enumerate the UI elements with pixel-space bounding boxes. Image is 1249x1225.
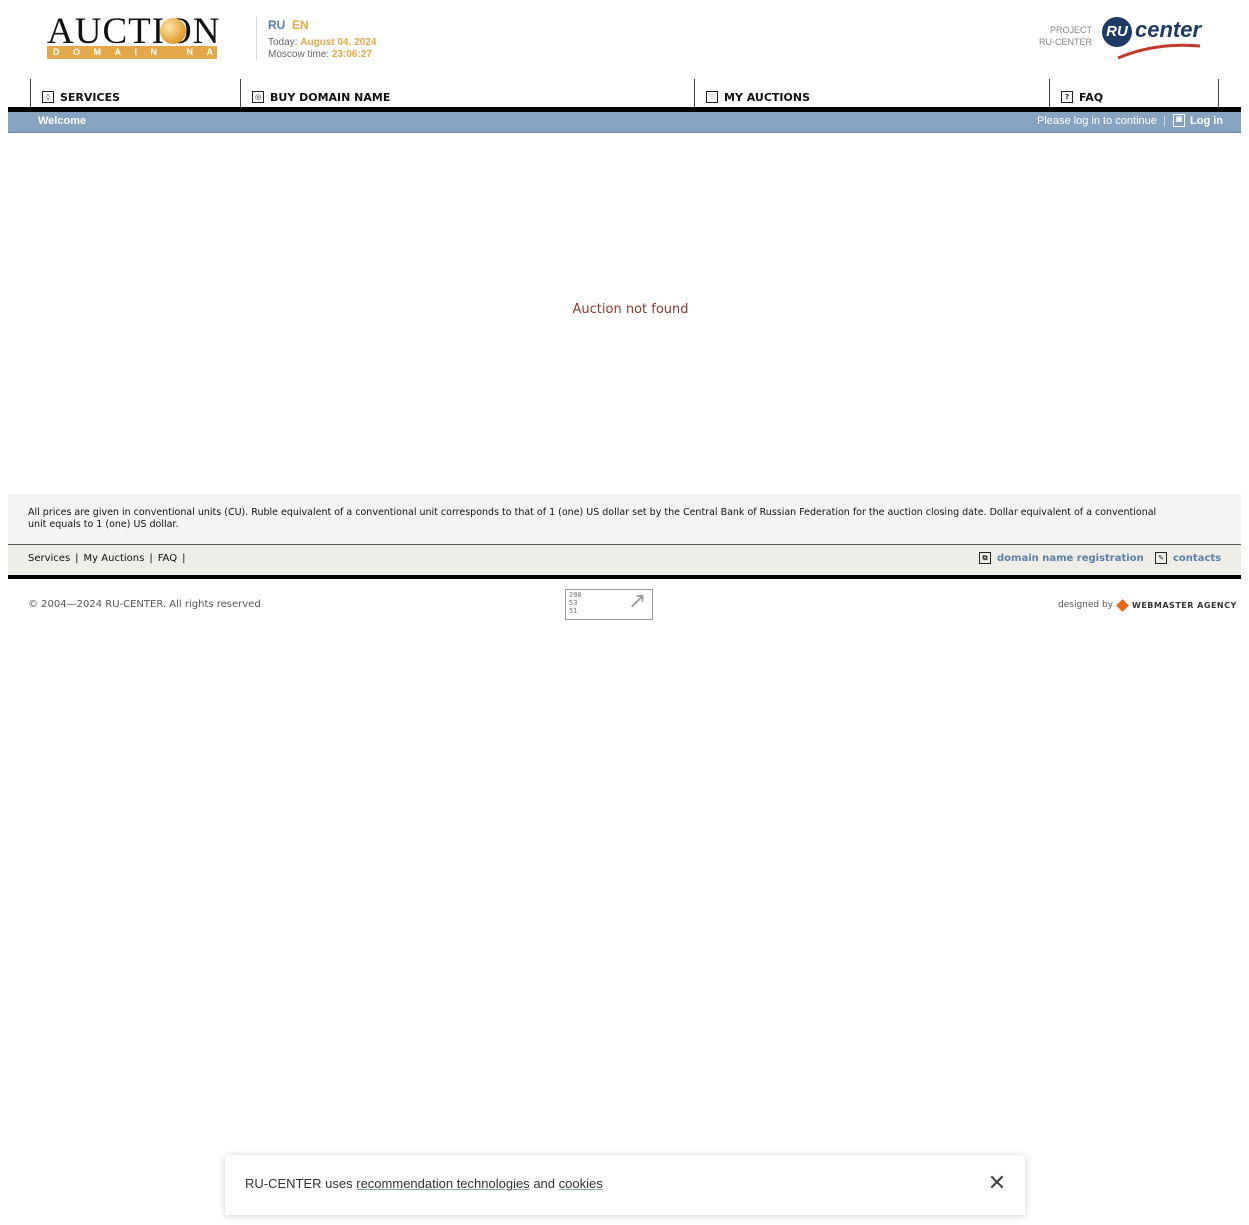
nav-item-buy-domain[interactable]: ◎ BUY DOMAIN NAME — [252, 89, 390, 105]
pencil-icon: ✎ — [1155, 552, 1167, 564]
footer-underline — [8, 575, 1241, 579]
nav-item-services[interactable]: ◊ SERVICES — [42, 89, 120, 105]
footer-sep: | — [75, 553, 79, 564]
designed-by[interactable]: designed by WEBMASTER AGENCY — [1058, 598, 1237, 612]
time-value: 23:06:27 — [331, 49, 372, 60]
login-link[interactable]: ▣ Log in — [1173, 114, 1223, 127]
project-line2: RU-CENTER — [1039, 37, 1092, 47]
copyright: © 2004—2024 RU-CENTER. All rights reserv… — [28, 599, 261, 610]
nav-divider — [1218, 79, 1219, 107]
auctions-icon: ♡ — [706, 91, 718, 103]
header-divider — [256, 17, 257, 60]
buy-icon: ◎ — [252, 91, 264, 103]
logo-tagline: DOMAIN NAME — [47, 46, 217, 59]
footer-sep: | — [182, 553, 186, 564]
auction-not-found-message: Auction not found — [572, 302, 689, 317]
faq-icon: ? — [1061, 91, 1073, 103]
lang-en-current: EN — [292, 18, 309, 32]
nav-divider — [30, 79, 31, 107]
project-line1: PROJECT — [1049, 25, 1092, 35]
footer-links: Services | My Auctions | FAQ | — [28, 553, 190, 564]
today-date: August 04, 2024 — [300, 37, 377, 48]
nav-label: SERVICES — [60, 90, 121, 104]
cookie-and: and — [533, 1176, 556, 1191]
counter-line: 53 — [569, 599, 578, 607]
nav-item-faq[interactable]: ? FAQ — [1061, 89, 1103, 105]
domain-registration-link[interactable]: ⧉ domain name registration — [979, 552, 1144, 564]
login-label: Log in — [1190, 114, 1223, 127]
nav-label: FAQ — [1079, 90, 1104, 104]
footer-link-faq[interactable]: FAQ — [158, 553, 177, 564]
main-nav: ◊ SERVICES ◎ BUY DOMAIN NAME ♡ MY AUCTIO… — [8, 79, 1241, 107]
cookie-prefix: RU-CENTER uses — [245, 1176, 353, 1191]
time-label: Moscow time: — [268, 49, 330, 60]
contacts-link[interactable]: ✎ contacts — [1155, 552, 1221, 564]
footer-link-services[interactable]: Services — [28, 553, 70, 564]
webmaster-agency-logo-icon — [1116, 598, 1129, 612]
domain-icon: ⧉ — [979, 552, 991, 564]
nav-item-my-auctions[interactable]: ♡ MY AUCTIONS — [706, 89, 810, 105]
today-label: Today: — [268, 37, 298, 48]
recommendation-technologies-link[interactable]: recommendation technologies — [356, 1176, 529, 1191]
logo-coin-icon — [160, 18, 186, 44]
moscow-time-line: Moscow time: 23:06:27 — [268, 49, 372, 60]
project-label: PROJECT RU-CENTER — [1030, 24, 1092, 48]
price-note: All prices are given in conventional uni… — [28, 507, 1157, 530]
nav-label: MY AUCTIONS — [724, 90, 810, 104]
counter-line: 200 — [569, 591, 582, 599]
designed-by-label: designed by — [1058, 600, 1114, 610]
counter-line: 51 — [569, 607, 578, 615]
services-icon: ◊ — [42, 91, 54, 103]
contacts-label: contacts — [1173, 552, 1222, 564]
cookie-text: RU-CENTER uses recommendation technologi… — [245, 1176, 603, 1191]
close-icon[interactable]: ✕ — [986, 1173, 1008, 1195]
nav-label: BUY DOMAIN NAME — [270, 90, 391, 104]
nav-divider — [694, 79, 695, 107]
lock-icon: ▣ — [1173, 114, 1185, 127]
counter-arrow-icon: ↗ — [628, 589, 647, 614]
status-separator: | — [1163, 115, 1166, 127]
counter-values: 200 53 51 — [569, 591, 582, 615]
welcome-text: Welcome — [38, 115, 87, 127]
login-prompt: Please log in to continue — [1037, 115, 1157, 127]
nav-divider — [240, 79, 241, 107]
webmaster-agency-name: WEBMASTER AGENCY — [1132, 600, 1237, 610]
lang-ru-link[interactable]: RU — [268, 18, 285, 32]
footer-sep: | — [149, 553, 153, 564]
cookies-link[interactable]: cookies — [559, 1176, 603, 1191]
today-line: Today: August 04, 2024 — [268, 37, 376, 48]
ru-center-swoosh-icon — [1117, 43, 1201, 60]
footer-link-my-auctions[interactable]: My Auctions — [84, 553, 145, 564]
nav-divider — [1049, 79, 1050, 107]
domain-registration-label: domain name registration — [997, 552, 1144, 564]
